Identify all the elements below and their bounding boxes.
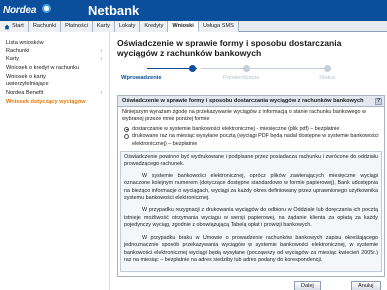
nordea-logo: Nordea [3,5,37,16]
step-dot-active [189,65,196,72]
sidebar-item-label: Rachunki [6,48,30,54]
option-post[interactable]: drukowane raz na miesiąc wysyłane pocztą… [124,133,380,148]
panel-heading-text: Oświadczenie w sprawie formy i sposobu d… [122,98,364,104]
info-paragraph: W systemie bankowości elektronicznej, op… [124,172,378,202]
sidebar-item-label: Karty [6,56,20,62]
tab-karty[interactable]: Karty [92,21,115,32]
panel-body: Niniejszym wyrażam zgodę na przekazywani… [118,107,384,274]
app-title: Netbank [88,3,140,18]
info-paragraph: W przypadku rezygnacji z drukowania wyci… [124,207,378,229]
sidebar-item-nordea-benefit[interactable]: Nordea Benefit › [6,90,106,97]
radio-post[interactable] [124,134,129,140]
info-box: Oświadczenie powinno być wydrukowane i p… [120,151,382,273]
sidebar-item-rachunki[interactable]: Rachunki › [6,48,106,55]
sidebar-item-label: Wniosek o karty [6,74,46,80]
info-paragraph: W przypadku braku w Umowie o prowadzenie… [124,234,378,263]
home-icon [4,24,10,29]
nordea-logo-mark-icon [42,4,51,13]
statement-panel: Oświadczenie w sprawie formy i sposobu d… [117,95,385,277]
page-title: Oświadczenie w sprawie formy i sposobu d… [117,38,342,58]
sidebar: Lista wniosków Rachunki › Karty › Wniose… [0,33,110,290]
option-post-label: drukowane raz na miesiąc wysyłane pocztą… [132,133,379,147]
tab-rachunki[interactable]: Rachunki [28,21,62,32]
tab-platnosci[interactable]: Płatności [61,21,93,32]
panel-heading: Oświadczenie w sprawie formy i sposobu d… [118,96,384,107]
chevron-right-icon: › [100,48,102,54]
sidebar-item-wniosek-o-kredyt[interactable]: Wniosek o kredyt w rachunku [6,65,106,72]
step-dot [324,65,331,72]
main-content: Oświadczenie w sprawie formy i sposobu d… [111,33,387,290]
sidebar-item-wniosek-o-karty-cont[interactable]: uwierzytelniające [6,81,106,88]
tab-lokaty[interactable]: Lokaty [114,21,141,32]
sidebar-item-wniosek-o-karty[interactable]: Wniosek o karty [6,74,106,81]
step-dot [243,65,250,72]
chevron-right-icon: › [100,90,102,96]
sidebar-item-label: Lista wniosków [6,40,44,46]
help-icon[interactable]: ? [375,98,382,105]
sidebar-item-karty[interactable]: Karty › [6,56,106,63]
step-label-status: Status [319,75,336,81]
sidebar-item-label: Wniosek dotyczący wyciągów [6,99,86,105]
sidebar-item-wniosek-dotyczacy-wyciagow[interactable]: Wniosek dotyczący wyciągów [6,99,106,106]
step-label-wprowadzenie: Wprowadzenie [121,75,162,81]
app-header: Nordea Netbank [0,0,387,21]
sidebar-item-label: uwierzytelniające [6,81,49,87]
tab-usluga-sms[interactable]: Usługa SMS [198,21,239,32]
tab-start-label: Start [12,23,24,29]
sidebar-item-label: Wniosek o kredyt w rachunku [6,65,80,71]
cancel-button[interactable]: Anuluj [351,281,381,290]
step-label-potwierdzenie: Potwierdzenie [223,75,260,81]
next-button[interactable]: Dalej [294,281,321,290]
main-nav-tabs: Start Rachunki Płatności Karty Lokaty Kr… [0,21,387,32]
radio-electronic[interactable] [124,126,129,132]
option-electronic-label: dostarczanie w systemie bankowości elekt… [132,125,340,132]
sidebar-item-lista-wnioskow[interactable]: Lista wniosków [6,40,106,47]
tab-kredyty[interactable]: Kredyty [140,21,169,32]
tab-start[interactable]: Start [0,21,29,32]
option-electronic[interactable]: dostarczanie w systemie bankowości elekt… [124,126,380,133]
info-note: Oświadczenie powinno być wydrukowane i p… [124,154,378,168]
sidebar-item-label: Nordea Benefit [6,90,44,96]
intro-text: Niniejszym wyrażam zgodę na przekazywani… [122,109,366,123]
step-connector [201,68,331,69]
progress-steps: Wprowadzenie Potwierdzenie Status [119,63,375,85]
chevron-right-icon: › [100,56,102,62]
tab-wnioski[interactable]: Wnioski [168,21,199,32]
